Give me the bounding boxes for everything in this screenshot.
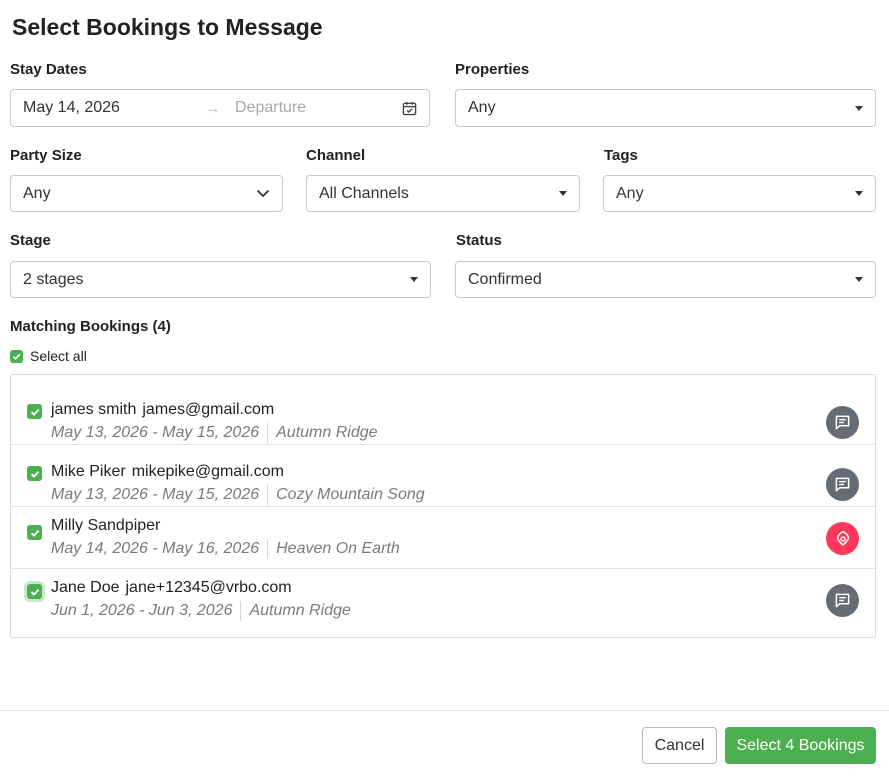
booking-property: Autumn Ridge <box>276 424 378 441</box>
tags-label: Tags <box>604 147 638 164</box>
message-icon[interactable] <box>826 468 859 501</box>
stage-select[interactable]: 2 stages <box>10 261 431 298</box>
booking-checkbox[interactable] <box>27 584 42 599</box>
booking-property: Autumn Ridge <box>249 602 351 619</box>
stay-dates-label: Stay Dates <box>10 61 87 78</box>
tags-select[interactable]: Any <box>603 175 876 212</box>
stay-dates-picker[interactable]: May 14, 2026 → Departure <box>10 89 430 127</box>
stage-label: Stage <box>10 232 51 249</box>
divider <box>267 485 269 505</box>
properties-value: Any <box>468 99 496 116</box>
select-bookings-button[interactable]: Select 4 Bookings <box>725 727 876 764</box>
channel-select[interactable]: All Channels <box>306 175 580 212</box>
booking-checkbox[interactable] <box>27 525 42 540</box>
caret-down-icon <box>855 105 863 111</box>
channel-value: All Channels <box>319 184 409 202</box>
booking-guest: Jane Doe jane+12345@vrbo.com <box>51 579 292 597</box>
booking-guest: Mike Piker mikepike@gmail.com <box>51 463 284 481</box>
booking-dates: May 13, 2026 - May 15, 2026 <box>51 424 260 441</box>
dialog-title: Select Bookings to Message <box>12 14 323 40</box>
status-select[interactable]: Confirmed <box>455 261 876 298</box>
booking-row: Jane Doe jane+12345@vrbo.com Jun 1, 2026 … <box>11 569 875 631</box>
booking-details: May 13, 2026 - May 15, 2026 Cozy Mountai… <box>51 485 425 505</box>
divider <box>267 539 269 559</box>
select-all-checkbox[interactable] <box>10 349 23 363</box>
calendar-icon[interactable] <box>401 100 417 116</box>
cancel-button[interactable]: Cancel <box>642 727 717 764</box>
booking-dates: May 13, 2026 - May 15, 2026 <box>51 486 260 503</box>
tags-value: Any <box>616 184 644 202</box>
guest-name: Milly Sandpiper <box>51 517 161 534</box>
booking-details: Jun 1, 2026 - Jun 3, 2026 Autumn Ridge <box>51 601 351 621</box>
booking-details: May 13, 2026 - May 15, 2026 Autumn Ridge <box>51 423 378 443</box>
arrival-date-input[interactable]: May 14, 2026 <box>23 99 201 117</box>
select-all[interactable]: Select all <box>10 348 87 364</box>
properties-label: Properties <box>455 61 530 78</box>
booking-row: Milly Sandpiper May 14, 2026 - May 16, 2… <box>11 507 875 569</box>
guest-name: james smith <box>51 401 137 418</box>
divider <box>267 423 269 443</box>
bookings-list: james smith james@gmail.com May 13, 2026 … <box>10 374 876 638</box>
guest-name: Jane Doe <box>51 579 120 596</box>
status-label: Status <box>456 232 502 249</box>
airbnb-icon[interactable] <box>826 522 859 555</box>
booking-dates: May 14, 2026 - May 16, 2026 <box>51 540 260 557</box>
chevron-down-icon <box>256 185 270 203</box>
channel-label: Channel <box>306 147 366 164</box>
booking-checkbox[interactable] <box>27 404 42 419</box>
booking-guest: Milly Sandpiper <box>51 517 166 535</box>
guest-email: jane+12345@vrbo.com <box>125 579 292 596</box>
caret-down-icon <box>559 191 567 196</box>
booking-guest: james smith james@gmail.com <box>51 401 274 419</box>
booking-row: Mike Piker mikepike@gmail.com May 13, 202… <box>11 445 875 507</box>
party-size-select[interactable]: Any <box>10 175 283 212</box>
properties-select[interactable]: Any <box>455 89 876 127</box>
booking-property: Heaven On Earth <box>276 540 400 557</box>
departure-date-input[interactable]: Departure <box>225 99 401 117</box>
booking-details: May 14, 2026 - May 16, 2026 Heaven On Ea… <box>51 539 400 559</box>
matching-bookings-heading: Matching Bookings (4) <box>10 318 171 335</box>
guest-name: Mike Piker <box>51 463 126 480</box>
guest-email: james@gmail.com <box>142 401 275 418</box>
caret-down-icon <box>410 277 418 282</box>
message-icon[interactable] <box>826 584 859 617</box>
message-icon[interactable] <box>826 406 859 439</box>
party-size-value: Any <box>23 184 51 202</box>
booking-property: Cozy Mountain Song <box>276 486 425 503</box>
select-all-label: Select all <box>30 348 87 364</box>
guest-email: mikepike@gmail.com <box>131 463 284 480</box>
caret-down-icon <box>855 277 863 282</box>
booking-checkbox[interactable] <box>27 466 42 481</box>
party-size-label: Party Size <box>10 147 82 164</box>
booking-dates: Jun 1, 2026 - Jun 3, 2026 <box>51 602 233 619</box>
status-value: Confirmed <box>468 270 542 288</box>
divider <box>240 601 242 621</box>
caret-down-icon <box>855 191 863 196</box>
stage-value: 2 stages <box>23 270 84 288</box>
booking-row: james smith james@gmail.com May 13, 2026 … <box>11 383 875 445</box>
footer-divider <box>0 710 889 711</box>
arrow-right-icon: → <box>205 99 221 117</box>
